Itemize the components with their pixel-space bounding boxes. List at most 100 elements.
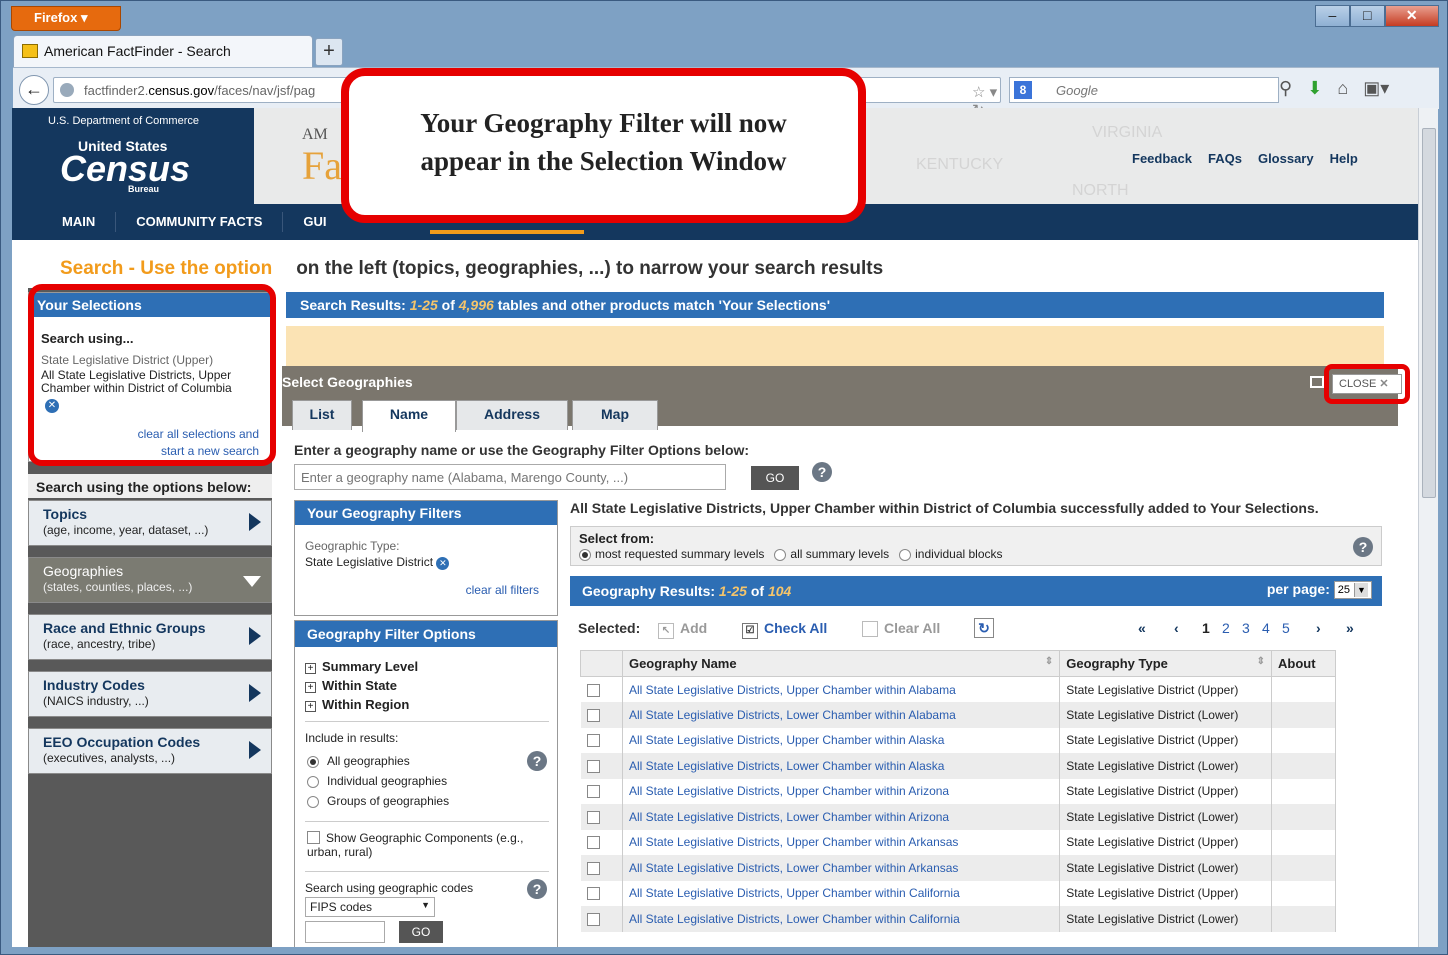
category-industry-codes[interactable]: Industry Codes (NAICS industry, ...) — [28, 671, 272, 717]
add-button[interactable]: ↖ Add — [658, 620, 707, 639]
go-button[interactable]: GO — [751, 466, 799, 490]
google-icon[interactable]: 8 — [1014, 81, 1032, 99]
menu-icon[interactable]: ▣▾ — [1363, 78, 1389, 98]
page-1[interactable]: 1 — [1202, 620, 1210, 636]
add-label: Add — [680, 620, 708, 636]
geography-name-input[interactable] — [294, 464, 726, 490]
table-row: All State Legislative Districts, Lower C… — [580, 855, 1337, 881]
page-5[interactable]: 5 — [1282, 620, 1290, 636]
download-icon[interactable]: ⬇ — [1307, 78, 1322, 98]
row-checkbox[interactable] — [586, 912, 600, 926]
firefox-menu-button[interactable]: Firefox ▾ — [11, 6, 121, 31]
geography-link[interactable]: All State Legislative Districts, Lower C… — [629, 810, 949, 824]
nav-guided-search[interactable]: GUI — [283, 212, 346, 232]
show-components-option[interactable]: Show Geographic Components (e.g., urban,… — [307, 831, 547, 859]
tab-address[interactable]: Address — [456, 400, 568, 430]
prev-page-icon[interactable]: ‹ — [1174, 620, 1179, 636]
home-icon[interactable]: ⌂ — [1337, 78, 1348, 98]
check-all-button[interactable]: ☑ Check All — [742, 620, 827, 639]
header-geography-type[interactable]: Geography Type ⇕ — [1059, 650, 1272, 677]
nav-community-facts[interactable]: COMMUNITY FACTS — [116, 212, 284, 232]
row-checkbox[interactable] — [586, 734, 600, 748]
include-groups-option[interactable]: Groups of geographies — [307, 791, 449, 811]
help-icon[interactable]: ? — [527, 751, 547, 771]
remove-filter-icon[interactable]: ✕ — [436, 557, 450, 570]
geography-link[interactable]: All State Legislative Districts, Lower C… — [629, 912, 960, 926]
include-all-option[interactable]: All geographies — [307, 751, 449, 771]
geography-link[interactable]: All State Legislative Districts, Upper C… — [629, 886, 960, 900]
page-3[interactable]: 3 — [1242, 620, 1250, 636]
scrollbar-thumb[interactable] — [1422, 128, 1436, 498]
nav-main[interactable]: MAIN — [12, 212, 117, 232]
tab-name[interactable]: Name — [362, 400, 456, 432]
category-eeo-codes[interactable]: EEO Occupation Codes (executives, analyst… — [28, 728, 272, 774]
refresh-icon[interactable]: ↻ — [974, 618, 994, 638]
tree-summary-level[interactable]: + Summary Level — [305, 657, 418, 676]
most-requested-option[interactable]: most requested summary levels — [579, 547, 764, 561]
include-individual-option[interactable]: Individual geographies — [307, 771, 449, 791]
census-logo[interactable]: U.S. Department of Commerce United State… — [12, 108, 254, 204]
help-icon[interactable]: ? — [1353, 537, 1373, 557]
minimize-icon[interactable]: – — [1315, 5, 1350, 27]
row-checkbox[interactable] — [586, 887, 600, 901]
help-link[interactable]: Help — [1330, 151, 1358, 166]
checkbox[interactable] — [307, 831, 320, 844]
geography-link[interactable]: All State Legislative Districts, Lower C… — [629, 759, 944, 773]
search-icon[interactable]: ⚲ — [1279, 78, 1292, 98]
faqs-link[interactable]: FAQs — [1208, 151, 1242, 166]
tab-map[interactable]: Map — [572, 400, 658, 430]
new-tab-icon[interactable]: + — [315, 38, 343, 66]
last-page-icon[interactable]: » — [1346, 620, 1354, 636]
tree-within-state[interactable]: + Within State — [305, 676, 418, 695]
clear-all-button[interactable]: Clear All — [862, 620, 940, 638]
radio[interactable] — [307, 775, 319, 788]
blocks-option[interactable]: individual blocks — [899, 547, 1003, 561]
help-icon[interactable]: ? — [527, 879, 547, 899]
browser-tab[interactable]: American FactFinder - Search — [13, 35, 313, 67]
tab-list[interactable]: List — [292, 400, 352, 430]
radio[interactable] — [307, 795, 319, 808]
search-engine-box[interactable]: 8 Google — [1009, 77, 1279, 103]
help-icon[interactable]: ? — [812, 462, 832, 482]
radio-selected[interactable] — [307, 755, 319, 768]
geography-link[interactable]: All State Legislative Districts, Lower C… — [629, 861, 958, 875]
row-checkbox[interactable] — [586, 810, 600, 824]
codes-input[interactable] — [305, 921, 385, 943]
category-geographies[interactable]: Geographies (states, counties, places, ..… — [28, 557, 272, 603]
geo-per-page-select[interactable]: 25 ▼ — [1333, 581, 1372, 600]
glossary-link[interactable]: Glossary — [1258, 151, 1314, 166]
row-checkbox[interactable] — [586, 861, 600, 875]
radio-selected[interactable] — [579, 548, 591, 561]
geography-link[interactable]: All State Legislative Districts, Upper C… — [629, 784, 949, 798]
category-race-ethnic[interactable]: Race and Ethnic Groups (race, ancestry, t… — [28, 614, 272, 660]
geography-link[interactable]: All State Legislative Districts, Upper C… — [629, 835, 958, 849]
radio[interactable] — [774, 548, 787, 561]
feedback-link[interactable]: Feedback — [1132, 151, 1192, 166]
back-arrow-icon[interactable]: ← — [19, 75, 49, 105]
close-window-icon[interactable]: ✕ — [1384, 5, 1439, 27]
page-scrollbar[interactable] — [1418, 108, 1438, 947]
next-page-icon[interactable]: › — [1316, 620, 1321, 636]
row-checkbox[interactable] — [586, 759, 600, 773]
geography-link[interactable]: All State Legislative Districts, Lower C… — [629, 708, 956, 722]
codes-select[interactable]: FIPS codes ▼ — [305, 897, 435, 917]
row-checkbox[interactable] — [586, 836, 600, 850]
clear-filters-link[interactable]: clear all filters — [466, 583, 539, 597]
header-geography-name[interactable]: Geography Name ⇕ — [621, 650, 1061, 677]
select-geographies-dialog: Select Geographies CLOSE ✕ List Name Add… — [282, 366, 1402, 947]
radio[interactable] — [899, 548, 912, 561]
codes-go-button[interactable]: GO — [399, 921, 443, 943]
geography-link[interactable]: All State Legislative Districts, Upper C… — [629, 683, 956, 697]
row-checkbox[interactable] — [586, 708, 600, 722]
page-2[interactable]: 2 — [1222, 620, 1230, 636]
maximize-dialog-icon[interactable] — [1310, 376, 1324, 388]
row-checkbox[interactable] — [586, 785, 600, 799]
row-checkbox[interactable] — [586, 683, 600, 697]
maximize-icon[interactable]: □ — [1349, 5, 1385, 27]
first-page-icon[interactable]: « — [1138, 620, 1146, 636]
all-levels-option[interactable]: all summary levels — [774, 547, 889, 561]
geography-link[interactable]: All State Legislative Districts, Upper C… — [629, 733, 944, 747]
page-4[interactable]: 4 — [1262, 620, 1270, 636]
tree-within-region[interactable]: + Within Region — [305, 695, 418, 714]
category-topics[interactable]: Topics (age, income, year, dataset, ...) — [28, 500, 272, 546]
